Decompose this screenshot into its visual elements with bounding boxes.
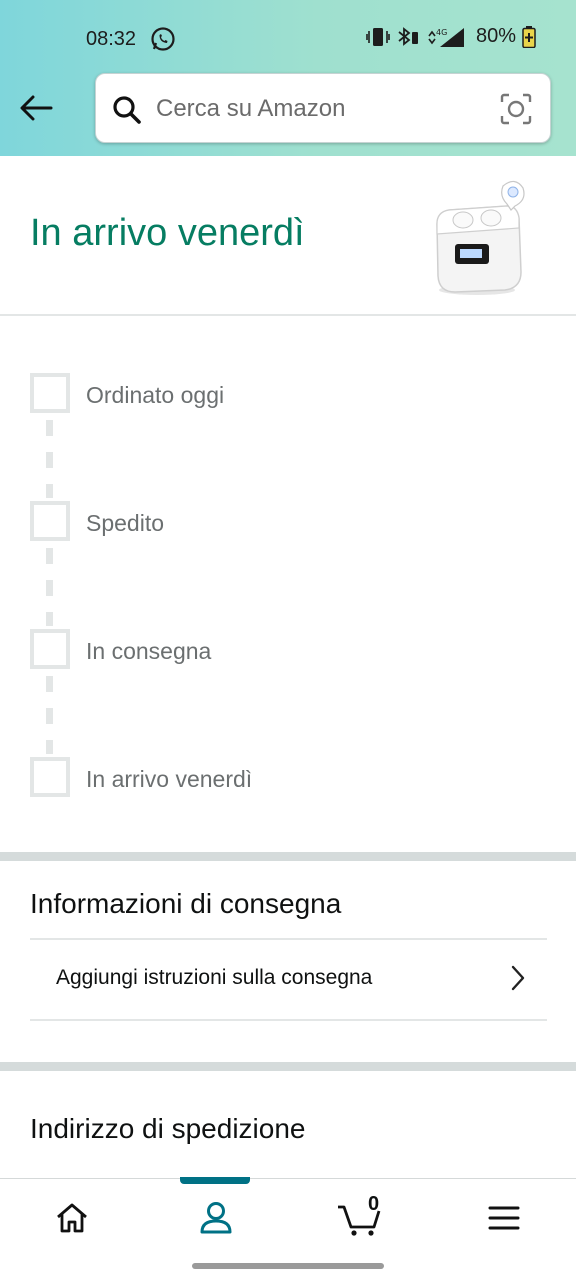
search-input[interactable] (156, 90, 476, 128)
tab-cart[interactable]: 0 (288, 1179, 432, 1257)
step-checkbox-shipped (30, 501, 70, 541)
search-bar[interactable] (95, 73, 551, 143)
menu-icon (488, 1206, 520, 1230)
tab-menu[interactable] (432, 1179, 576, 1257)
product-image[interactable] (425, 172, 535, 300)
row-divider (30, 1019, 547, 1021)
whatsapp-icon (151, 27, 175, 51)
shipping-address-heading: Indirizzo di spedizione (30, 1113, 306, 1144)
status-bar: 08:32 4G 80% (0, 18, 576, 62)
tab-account[interactable] (144, 1177, 288, 1257)
step-checkbox-arriving (30, 757, 70, 797)
step-connector (46, 420, 53, 498)
tab-home[interactable] (0, 1179, 144, 1257)
step-label-shipped: Spedito (86, 510, 165, 536)
shipment-tracker: Ordinato oggi Spedito In consegna In arr… (0, 318, 576, 848)
account-icon (200, 1202, 232, 1234)
arrival-title: In arrivo venerdì (30, 212, 305, 254)
battery-percent: 80% (475, 25, 516, 47)
vibrate-icon (366, 27, 390, 46)
step-checkbox-out-for-delivery (30, 629, 70, 669)
home-icon (57, 1203, 87, 1233)
signal-4g-icon: 4G (428, 27, 464, 47)
delivery-info-heading: Informazioni di consegna (30, 888, 342, 919)
system-nav-handle[interactable] (192, 1263, 384, 1269)
step-label-ordered: Ordinato oggi (86, 382, 225, 408)
status-icons: 4G 80% (366, 25, 536, 48)
search-icon (113, 96, 141, 124)
arrow-left-icon (20, 95, 53, 121)
step-label-out-for-delivery: In consegna (86, 638, 212, 664)
bottom-tab-bar: 0 (0, 1177, 576, 1257)
svg-text:4G: 4G (436, 28, 447, 37)
bluetooth-battery-icon (398, 26, 418, 46)
arrival-summary: In arrivo venerdì (0, 156, 576, 316)
app-header: 08:32 4G 80% (0, 0, 576, 156)
section-divider (0, 1062, 576, 1071)
step-label-arriving: In arrivo venerdì (86, 766, 253, 792)
camera-search-icon[interactable] (500, 93, 532, 125)
active-tab-indicator (180, 1177, 250, 1184)
battery-icon (522, 25, 536, 48)
step-connector (46, 548, 53, 626)
back-button[interactable] (16, 88, 56, 128)
chevron-right-icon (511, 965, 525, 991)
cart-count-badge: 0 (368, 1193, 380, 1215)
add-delivery-instructions-label: Aggiungi istruzioni sulla consegna (56, 966, 373, 989)
section-divider (0, 852, 576, 861)
step-checkbox-ordered (30, 373, 70, 413)
status-time: 08:32 (86, 28, 137, 50)
step-connector (46, 676, 53, 754)
add-delivery-instructions-link[interactable]: Aggiungi istruzioni sulla consegna (30, 940, 547, 1020)
